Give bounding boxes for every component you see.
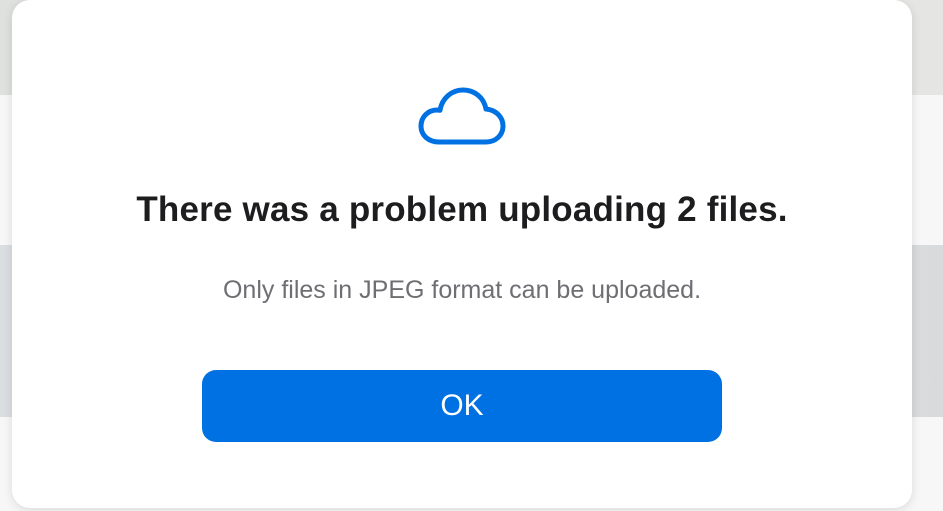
dialog-message: Only files in JPEG format can be uploade… xyxy=(222,276,702,304)
ok-button[interactable]: OK xyxy=(202,370,722,442)
cloud-icon xyxy=(417,86,507,148)
dialog-title: There was a problem uploading 2 files. xyxy=(136,190,788,229)
upload-error-dialog: There was a problem uploading 2 files. O… xyxy=(12,0,912,508)
